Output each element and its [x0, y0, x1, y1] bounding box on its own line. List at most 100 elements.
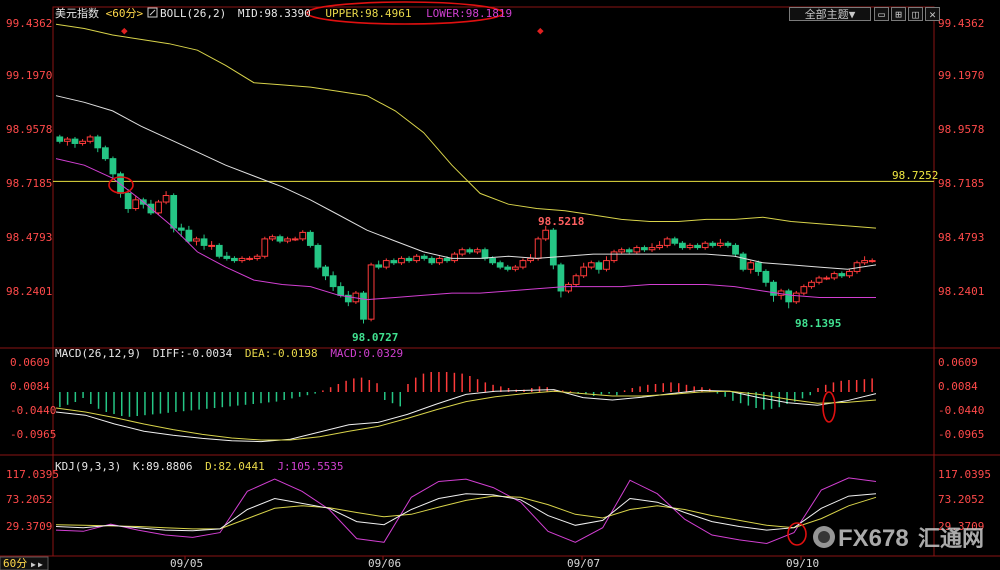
boll-header: BOLL(26,2) MID:98.3390 UPPER:98.4961 LOW…	[160, 7, 512, 20]
candle-down	[671, 238, 679, 244]
candle-up	[451, 253, 458, 262]
candle-up	[542, 229, 550, 240]
candle-down	[71, 138, 79, 144]
candle-up	[603, 260, 610, 270]
boll-lines-group	[55, 23, 877, 301]
candle-down	[694, 244, 701, 249]
kdj-header: KDJ(9,3,3) K:89.8806 D:82.0441 J:105.553…	[55, 460, 344, 473]
candle-down	[314, 244, 322, 268]
candle-up	[284, 238, 291, 242]
kdj-tick-left: 29.3709	[6, 520, 52, 533]
price-tick-right: 99.1970	[938, 69, 984, 82]
macd-label: MACD(26,12,9)	[55, 347, 141, 360]
kdj-j: J:105.5535	[277, 460, 343, 473]
chart-canvas: 98.7252 ◆ ◆ 98.5218 98.0727 98.1395 美元指数…	[0, 1, 1000, 570]
date-label: 09/07	[567, 557, 600, 570]
macd-tick-left: -0.0440	[10, 404, 56, 417]
candle-down	[549, 229, 557, 266]
kdj-k: K:89.8806	[133, 460, 193, 473]
candle-down	[170, 195, 178, 229]
candle-up	[747, 262, 755, 270]
candle-up	[155, 201, 162, 214]
candle-down	[101, 147, 109, 160]
candle-down	[709, 242, 717, 246]
kdj-tick-right: 117.0395	[938, 468, 991, 481]
macd-diff: DIFF:-0.0034	[153, 347, 233, 360]
window-minimize-button[interactable]: ▭	[874, 7, 889, 21]
macd-tick-left: 0.0084	[10, 380, 50, 393]
candle-down	[405, 257, 413, 262]
boll-label: BOLL(26,2)	[160, 7, 226, 20]
low-annotation-1: 98.0727	[352, 331, 398, 344]
candle-down	[306, 231, 314, 246]
date-label: 09/06	[368, 557, 401, 570]
candle-up	[580, 266, 588, 277]
candle-up	[193, 238, 200, 242]
chevron-down-icon: ▼	[848, 8, 856, 21]
candle-up	[246, 257, 253, 260]
candle-down	[124, 192, 132, 210]
candle-down	[428, 257, 436, 264]
candle-down	[56, 136, 64, 142]
candle-up	[572, 275, 580, 285]
price-tick-left: 98.4793	[6, 231, 52, 244]
candle-up	[800, 286, 808, 294]
close-icon: ✕	[929, 8, 936, 21]
candle-up	[633, 247, 641, 253]
candle-up	[846, 270, 853, 277]
candle-down	[466, 249, 474, 253]
candle-down	[496, 262, 504, 268]
kdj-tick-right: 73.2052	[938, 493, 984, 506]
highlight-ellipse-macd	[822, 391, 836, 423]
indicator-toggle-icon-mark	[149, 9, 156, 16]
candle-down	[329, 275, 337, 288]
candle-down	[732, 244, 739, 255]
candle-up	[208, 244, 216, 247]
candle-down	[504, 266, 512, 270]
macd-tick-right: -0.0965	[938, 428, 984, 441]
maximize-icon: ◫	[912, 8, 919, 21]
date-label: 09/10	[786, 557, 819, 570]
candle-down	[223, 255, 231, 259]
candle-down	[489, 257, 496, 264]
macd-dea: DEA:-0.0198	[245, 347, 318, 360]
candle-up	[511, 266, 519, 270]
candle-down	[109, 158, 117, 175]
candle-up	[382, 260, 390, 268]
kdj-d: D:82.0441	[205, 460, 265, 473]
candle-down	[177, 227, 185, 231]
candle-up	[648, 247, 656, 251]
candle-up	[587, 262, 595, 268]
candle-down	[231, 257, 238, 262]
candle-down	[200, 238, 208, 246]
macd-tick-right: 0.0609	[938, 356, 978, 369]
main-header: 美元指数 <60分>	[55, 6, 143, 20]
theme-select[interactable]: 全部主题▼	[789, 7, 871, 21]
macd-group	[55, 372, 877, 443]
period-selector-arrow-icon: ▶	[38, 560, 43, 569]
candle-up	[64, 138, 71, 142]
macd-value: MACD:0.0329	[330, 347, 403, 360]
price-tick-right: 98.7185	[938, 177, 984, 190]
candle-down	[481, 249, 489, 259]
candle-up	[656, 244, 663, 249]
candle-down	[762, 270, 770, 283]
candle-down	[185, 229, 193, 242]
candle-up	[527, 257, 534, 262]
window-maximize-button[interactable]: ◫	[908, 7, 923, 21]
watermark-cn: 汇通网	[918, 526, 984, 551]
window-restore-button[interactable]: ⊞	[891, 7, 906, 21]
candle-down	[276, 236, 284, 242]
candle-up	[610, 251, 618, 262]
candle-up	[716, 242, 724, 246]
candle-up	[686, 244, 694, 249]
price-tick-right: 98.4793	[938, 231, 984, 244]
macd-diff-line	[55, 389, 877, 443]
macd-tick-right: 0.0084	[938, 380, 978, 393]
candle-up	[261, 238, 269, 257]
kdj-group	[55, 477, 877, 545]
price-tick-right: 99.4362	[938, 17, 984, 30]
window-close-button[interactable]: ✕	[925, 7, 940, 21]
fx678-watermark-logo: FX678 汇通网	[813, 525, 984, 552]
price-tick-left: 98.7185	[6, 177, 52, 190]
